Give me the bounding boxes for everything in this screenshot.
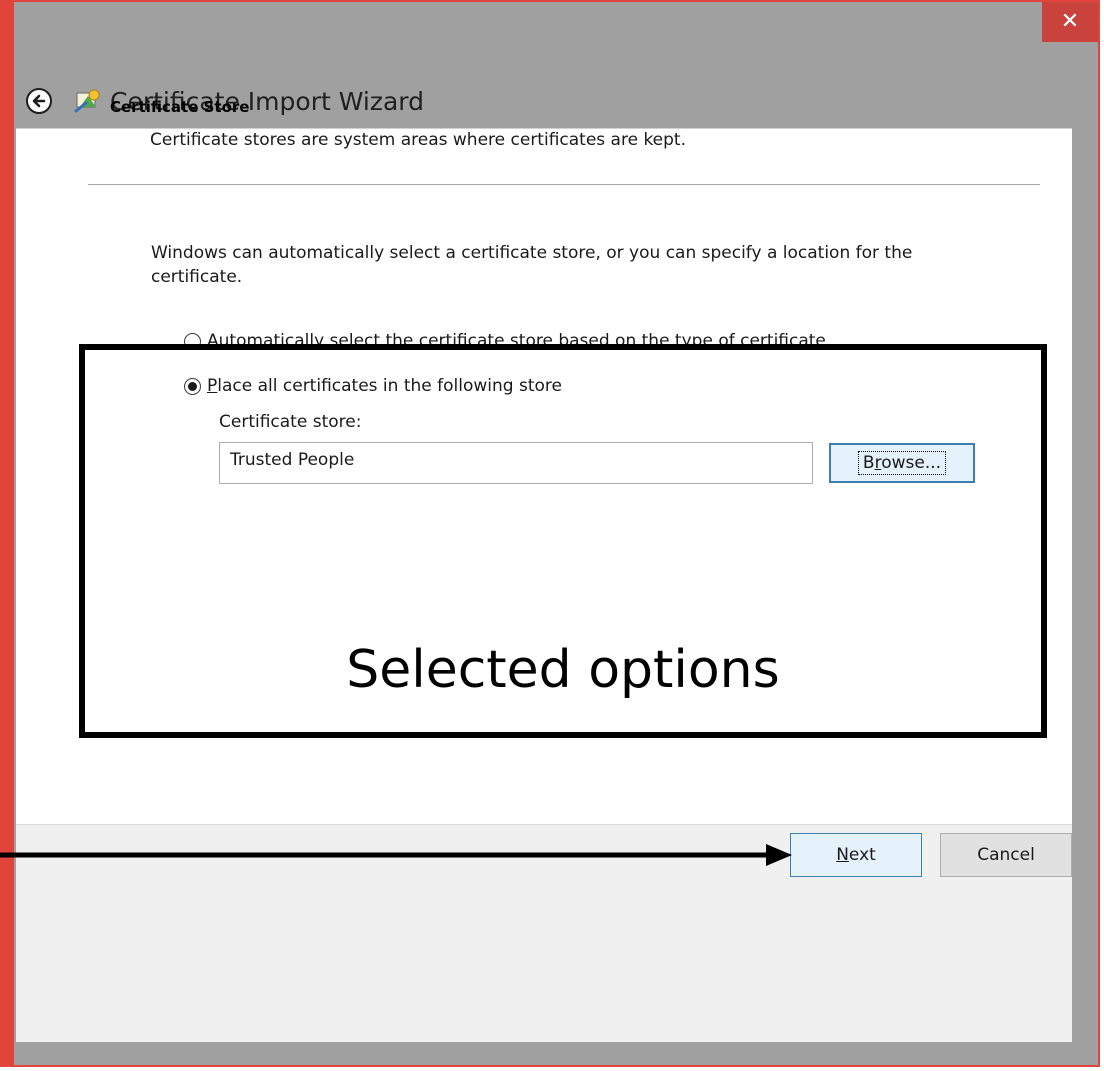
annotation-label: Selected options (346, 640, 780, 700)
close-button[interactable]: ✕ (1042, 2, 1098, 42)
certificate-wizard-icon (74, 89, 100, 113)
next-button-label: Next (836, 845, 876, 865)
close-icon: ✕ (1060, 9, 1080, 34)
section-description: Certificate stores are system areas wher… (150, 130, 687, 150)
separator (88, 184, 1040, 185)
title-bar: ✕ (14, 2, 1098, 50)
cancel-button[interactable]: Cancel (940, 833, 1072, 877)
back-button[interactable] (26, 88, 52, 114)
section-title: Certificate Store (110, 98, 250, 116)
cancel-button-label: Cancel (977, 845, 1035, 865)
next-button[interactable]: Next (790, 833, 922, 877)
back-arrow-icon (26, 88, 52, 114)
options-intro-text: Windows can automatically select a certi… (151, 243, 913, 287)
